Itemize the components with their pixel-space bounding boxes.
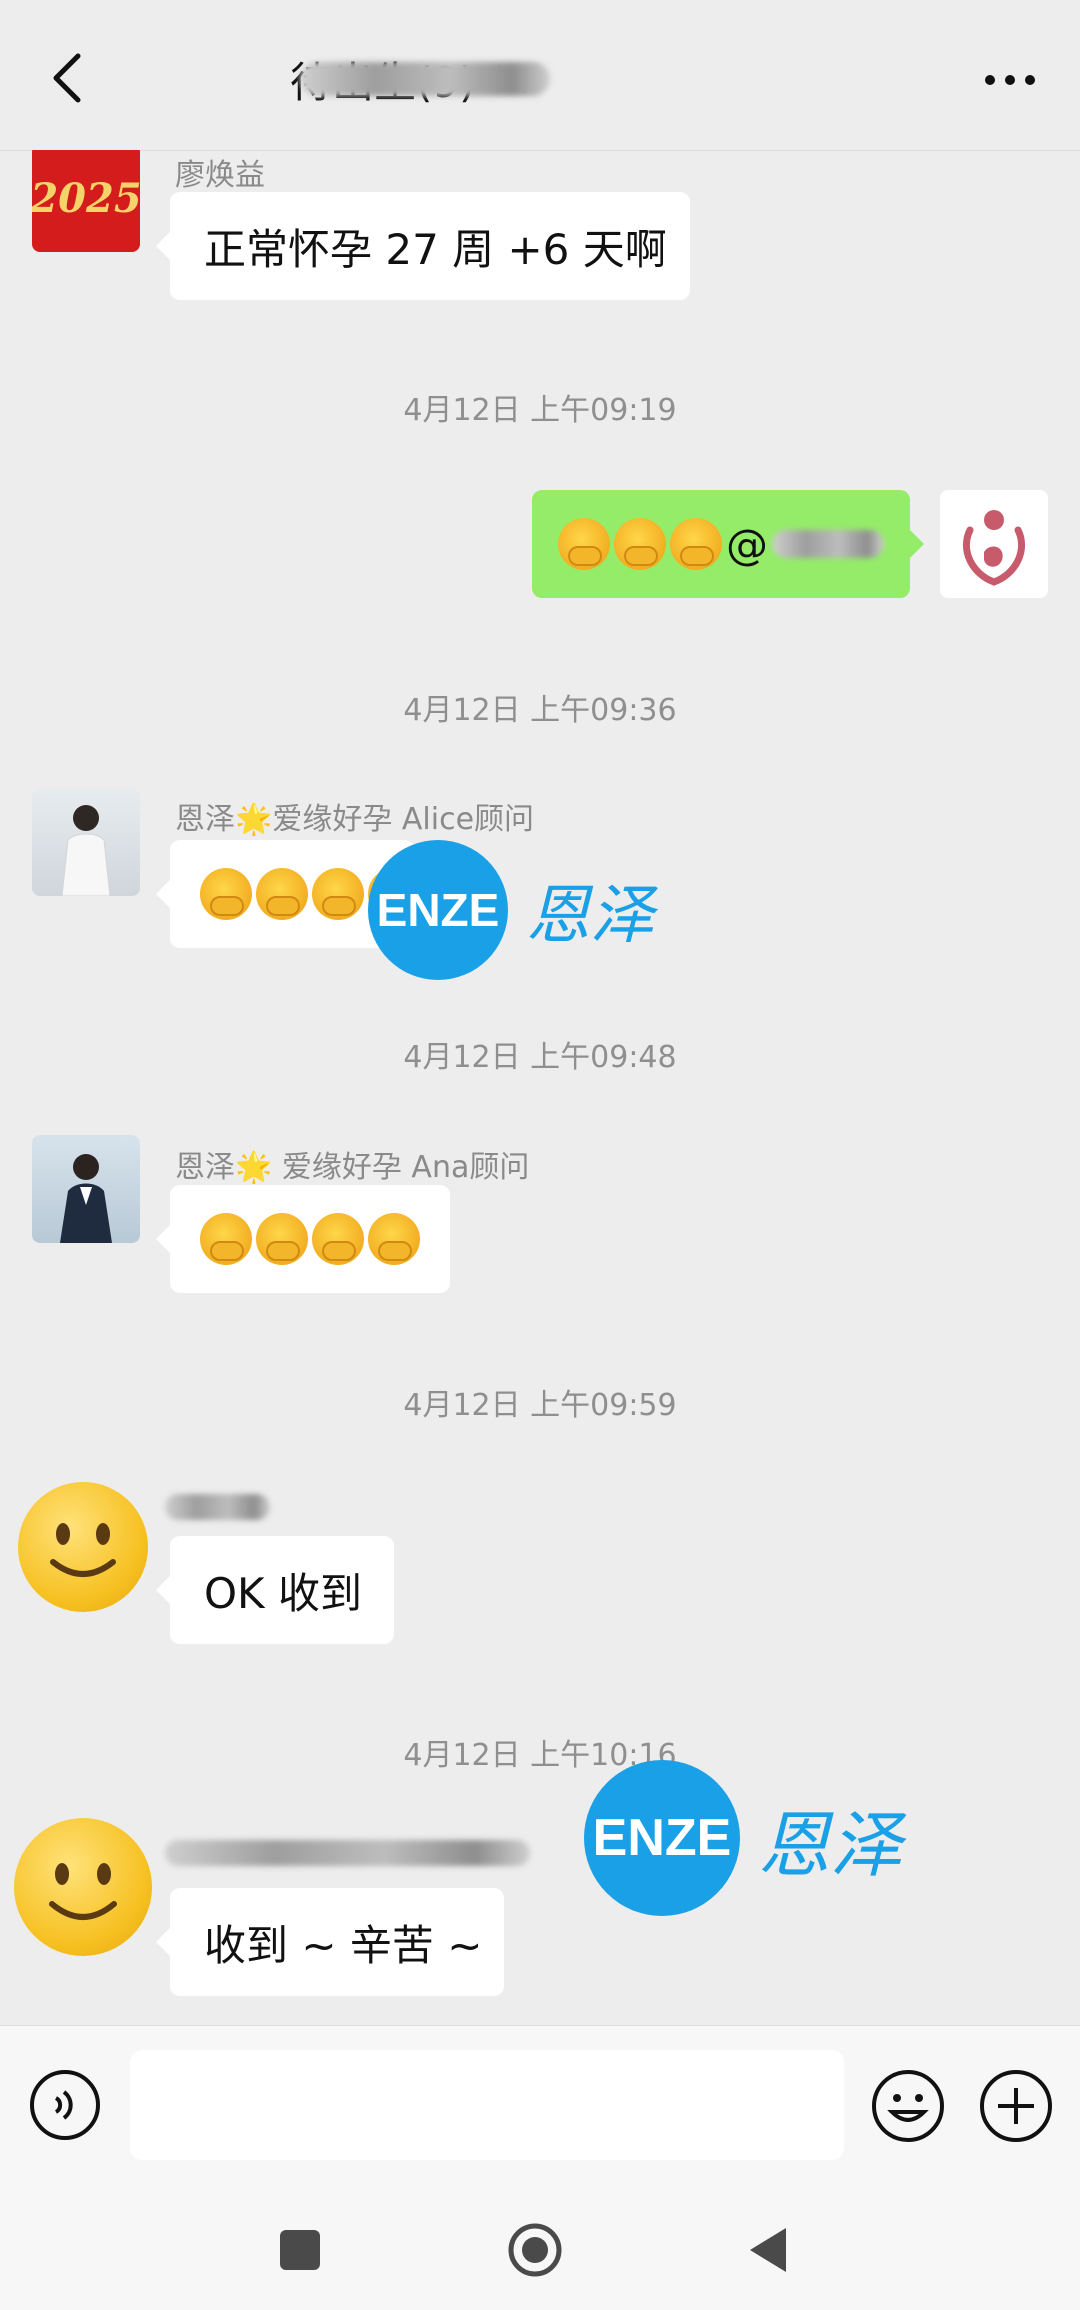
voice-icon[interactable] bbox=[28, 2068, 102, 2142]
blurred-mention bbox=[772, 530, 884, 558]
emoji-icon bbox=[368, 1213, 420, 1265]
emoji-icon bbox=[256, 1213, 308, 1265]
emoji-icon bbox=[670, 518, 722, 570]
home-circle-icon[interactable] bbox=[505, 2220, 565, 2280]
person-photo-icon bbox=[61, 805, 111, 896]
blurred-sender-name bbox=[165, 1840, 530, 1866]
emoji-icon bbox=[200, 1213, 252, 1265]
avatar[interactable] bbox=[940, 490, 1048, 598]
sender-name: 廖焕益 bbox=[175, 158, 265, 193]
chevron-left-icon[interactable] bbox=[40, 48, 100, 108]
smiley-face-icon bbox=[50, 1523, 116, 1577]
person-photo-icon bbox=[60, 1154, 112, 1243]
plus-icon[interactable] bbox=[978, 2068, 1054, 2144]
sender-name: 恩泽🌟爱缘好孕 Alice顾问 bbox=[175, 802, 535, 837]
enze-watermark: ENZE 恩泽 bbox=[368, 840, 654, 980]
mention-text: @ bbox=[726, 519, 768, 569]
emoji-icon bbox=[312, 1213, 364, 1265]
message-list[interactable]: 2025 廖焕益 正常怀孕 27 周 +6 天啊 4月12日 上午09:19 @… bbox=[0, 150, 1080, 2025]
emoji-icon bbox=[312, 868, 364, 920]
smiley-avatar-icon[interactable] bbox=[18, 1482, 148, 1612]
emoji-icon[interactable] bbox=[870, 2068, 946, 2144]
avatar[interactable] bbox=[32, 1135, 140, 1243]
message-bubble[interactable]: 正常怀孕 27 周 +6 天啊 bbox=[156, 192, 690, 300]
emoji-icon bbox=[558, 518, 610, 570]
avatar[interactable]: 2025 bbox=[32, 150, 140, 252]
message-bubble[interactable]: OK 收到 bbox=[156, 1536, 394, 1644]
system-nav-bar bbox=[0, 2185, 1080, 2310]
watermark-text: 恩泽 bbox=[526, 879, 654, 953]
blurred-group-name-prefix bbox=[300, 62, 550, 96]
timestamp: 4月12日 上午09:19 bbox=[403, 393, 677, 428]
message-text: 收到 ~ 辛苦 ~ bbox=[204, 1920, 483, 1970]
emoji-icon bbox=[200, 868, 252, 920]
square-icon[interactable] bbox=[270, 2220, 330, 2280]
more-icon[interactable] bbox=[980, 60, 1040, 100]
emoji-row bbox=[558, 518, 722, 570]
message-text: OK 收到 bbox=[204, 1568, 362, 1618]
enze-watermark: ENZE 恩泽 bbox=[584, 1760, 902, 1916]
emoji-row bbox=[200, 1213, 420, 1265]
message-bubble[interactable] bbox=[156, 1185, 450, 1293]
watermark-circle: ENZE bbox=[368, 840, 508, 980]
smiley-face-icon bbox=[49, 1863, 117, 1920]
timestamp: 4月12日 上午10:16 bbox=[403, 1738, 677, 1773]
emoji-icon bbox=[614, 518, 666, 570]
timestamp: 4月12日 上午09:59 bbox=[403, 1388, 677, 1423]
message-text: 正常怀孕 27 周 +6 天啊 bbox=[204, 224, 667, 274]
message-input[interactable] bbox=[130, 2050, 844, 2160]
avatar-2025-text: 2025 bbox=[32, 174, 140, 222]
sender-name: 恩泽🌟 爱缘好孕 Ana顾问 bbox=[175, 1150, 530, 1185]
watermark-text: 恩泽 bbox=[758, 1802, 903, 1887]
input-bar bbox=[0, 2025, 1080, 2186]
heart-logo-icon bbox=[962, 510, 1026, 586]
message-bubble-own[interactable]: @ bbox=[532, 490, 924, 598]
blurred-sender-name bbox=[165, 1494, 270, 1520]
watermark-circle: ENZE bbox=[584, 1760, 740, 1916]
avatar[interactable] bbox=[32, 788, 140, 896]
timestamp: 4月12日 上午09:48 bbox=[403, 1040, 677, 1075]
emoji-icon bbox=[256, 868, 308, 920]
smiley-avatar-icon[interactable] bbox=[14, 1818, 152, 1956]
chat-header: 待出生(9) bbox=[0, 0, 1080, 151]
message-bubble[interactable]: 收到 ~ 辛苦 ~ bbox=[156, 1888, 504, 1996]
back-triangle-icon[interactable] bbox=[740, 2220, 800, 2280]
timestamp: 4月12日 上午09:36 bbox=[403, 693, 677, 728]
